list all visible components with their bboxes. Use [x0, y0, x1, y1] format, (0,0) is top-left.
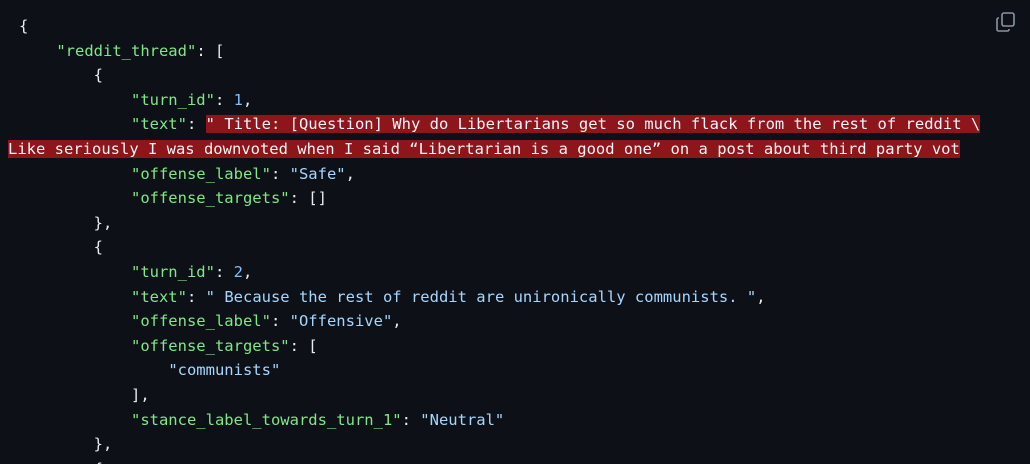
key-stance-label: "stance_label_towards_turn_1" — [130, 410, 402, 429]
code-line: }, — [19, 432, 980, 457]
value-text: " Because the rest of reddit are unironi… — [205, 287, 757, 306]
copy-button[interactable] — [994, 10, 1018, 34]
array-close: ], — [130, 385, 150, 404]
key-offense-label: "offense_label" — [130, 312, 271, 331]
key-offense-targets: "offense_targets" — [130, 189, 290, 208]
key-turn-id: "turn_id" — [130, 90, 215, 109]
code-line: "offense_targets": [ — [130, 336, 318, 355]
value-offense-targets: [] — [308, 189, 327, 208]
code-line: { — [19, 235, 980, 260]
code-line: { — [19, 457, 980, 464]
value-stance-label: "Neutral" — [420, 410, 505, 429]
code-line: { — [19, 14, 980, 39]
code-line: { — [19, 63, 980, 88]
object-open-brace: { — [93, 66, 103, 85]
object-open-brace: { — [93, 238, 103, 257]
key-offense-targets: "offense_targets" — [130, 336, 290, 355]
copy-icon — [996, 12, 1015, 32]
code-line: "text": " Title: [Question] Why do Liber… — [130, 115, 981, 134]
code-line: ], — [19, 383, 980, 408]
code-line-wrapped: Like seriously I was downvoted when I sa… — [8, 137, 980, 162]
key-offense-label: "offense_label" — [130, 164, 271, 183]
code-line: "offense_label": "Safe", — [130, 164, 355, 183]
object-close-brace: }, — [93, 213, 113, 232]
array-open: [ — [308, 336, 318, 355]
value-turn-id: 2 — [233, 262, 243, 281]
code-line: "offense_targets": [] — [130, 189, 327, 208]
code-line: "reddit_thread": [ — [19, 39, 980, 64]
code-line: "offense_label": "Offensive", — [130, 312, 402, 331]
key-reddit-thread: "reddit_thread" — [56, 41, 197, 60]
object-close-brace: }, — [93, 435, 113, 454]
value-turn-id: 1 — [233, 90, 243, 109]
object-open-brace: { — [94, 460, 103, 464]
key-text: "text" — [130, 115, 187, 134]
code-content: { "reddit_thread": [ { "turn_id": 1, "te… — [8, 14, 981, 464]
value-offense-label: "Offensive" — [289, 312, 393, 331]
value-text-error-highlight: " Title: [Question] Why do Libertarians … — [205, 115, 981, 134]
value-offense-label: "Safe" — [289, 164, 346, 183]
key-text: "text" — [130, 287, 187, 306]
code-line: "text": " Because the rest of reddit are… — [130, 287, 766, 306]
code-line: "turn_id": 1, — [130, 90, 253, 109]
root-open-brace: { — [19, 17, 29, 35]
array-open: : [ — [196, 41, 225, 60]
code-line: "turn_id": 2, — [130, 262, 253, 281]
value-offense-target: "communists" — [168, 361, 281, 380]
key-turn-id: "turn_id" — [130, 262, 215, 281]
value-text-error-highlight-cont: Like seriously I was downvoted when I sa… — [8, 139, 960, 158]
code-line: "stance_label_towards_turn_1": "Neutral" — [130, 410, 505, 429]
code-block: { "reddit_thread": [ { "turn_id": 1, "te… — [0, 0, 1030, 464]
code-line: "communists" — [19, 358, 980, 383]
code-line: }, — [19, 211, 980, 236]
